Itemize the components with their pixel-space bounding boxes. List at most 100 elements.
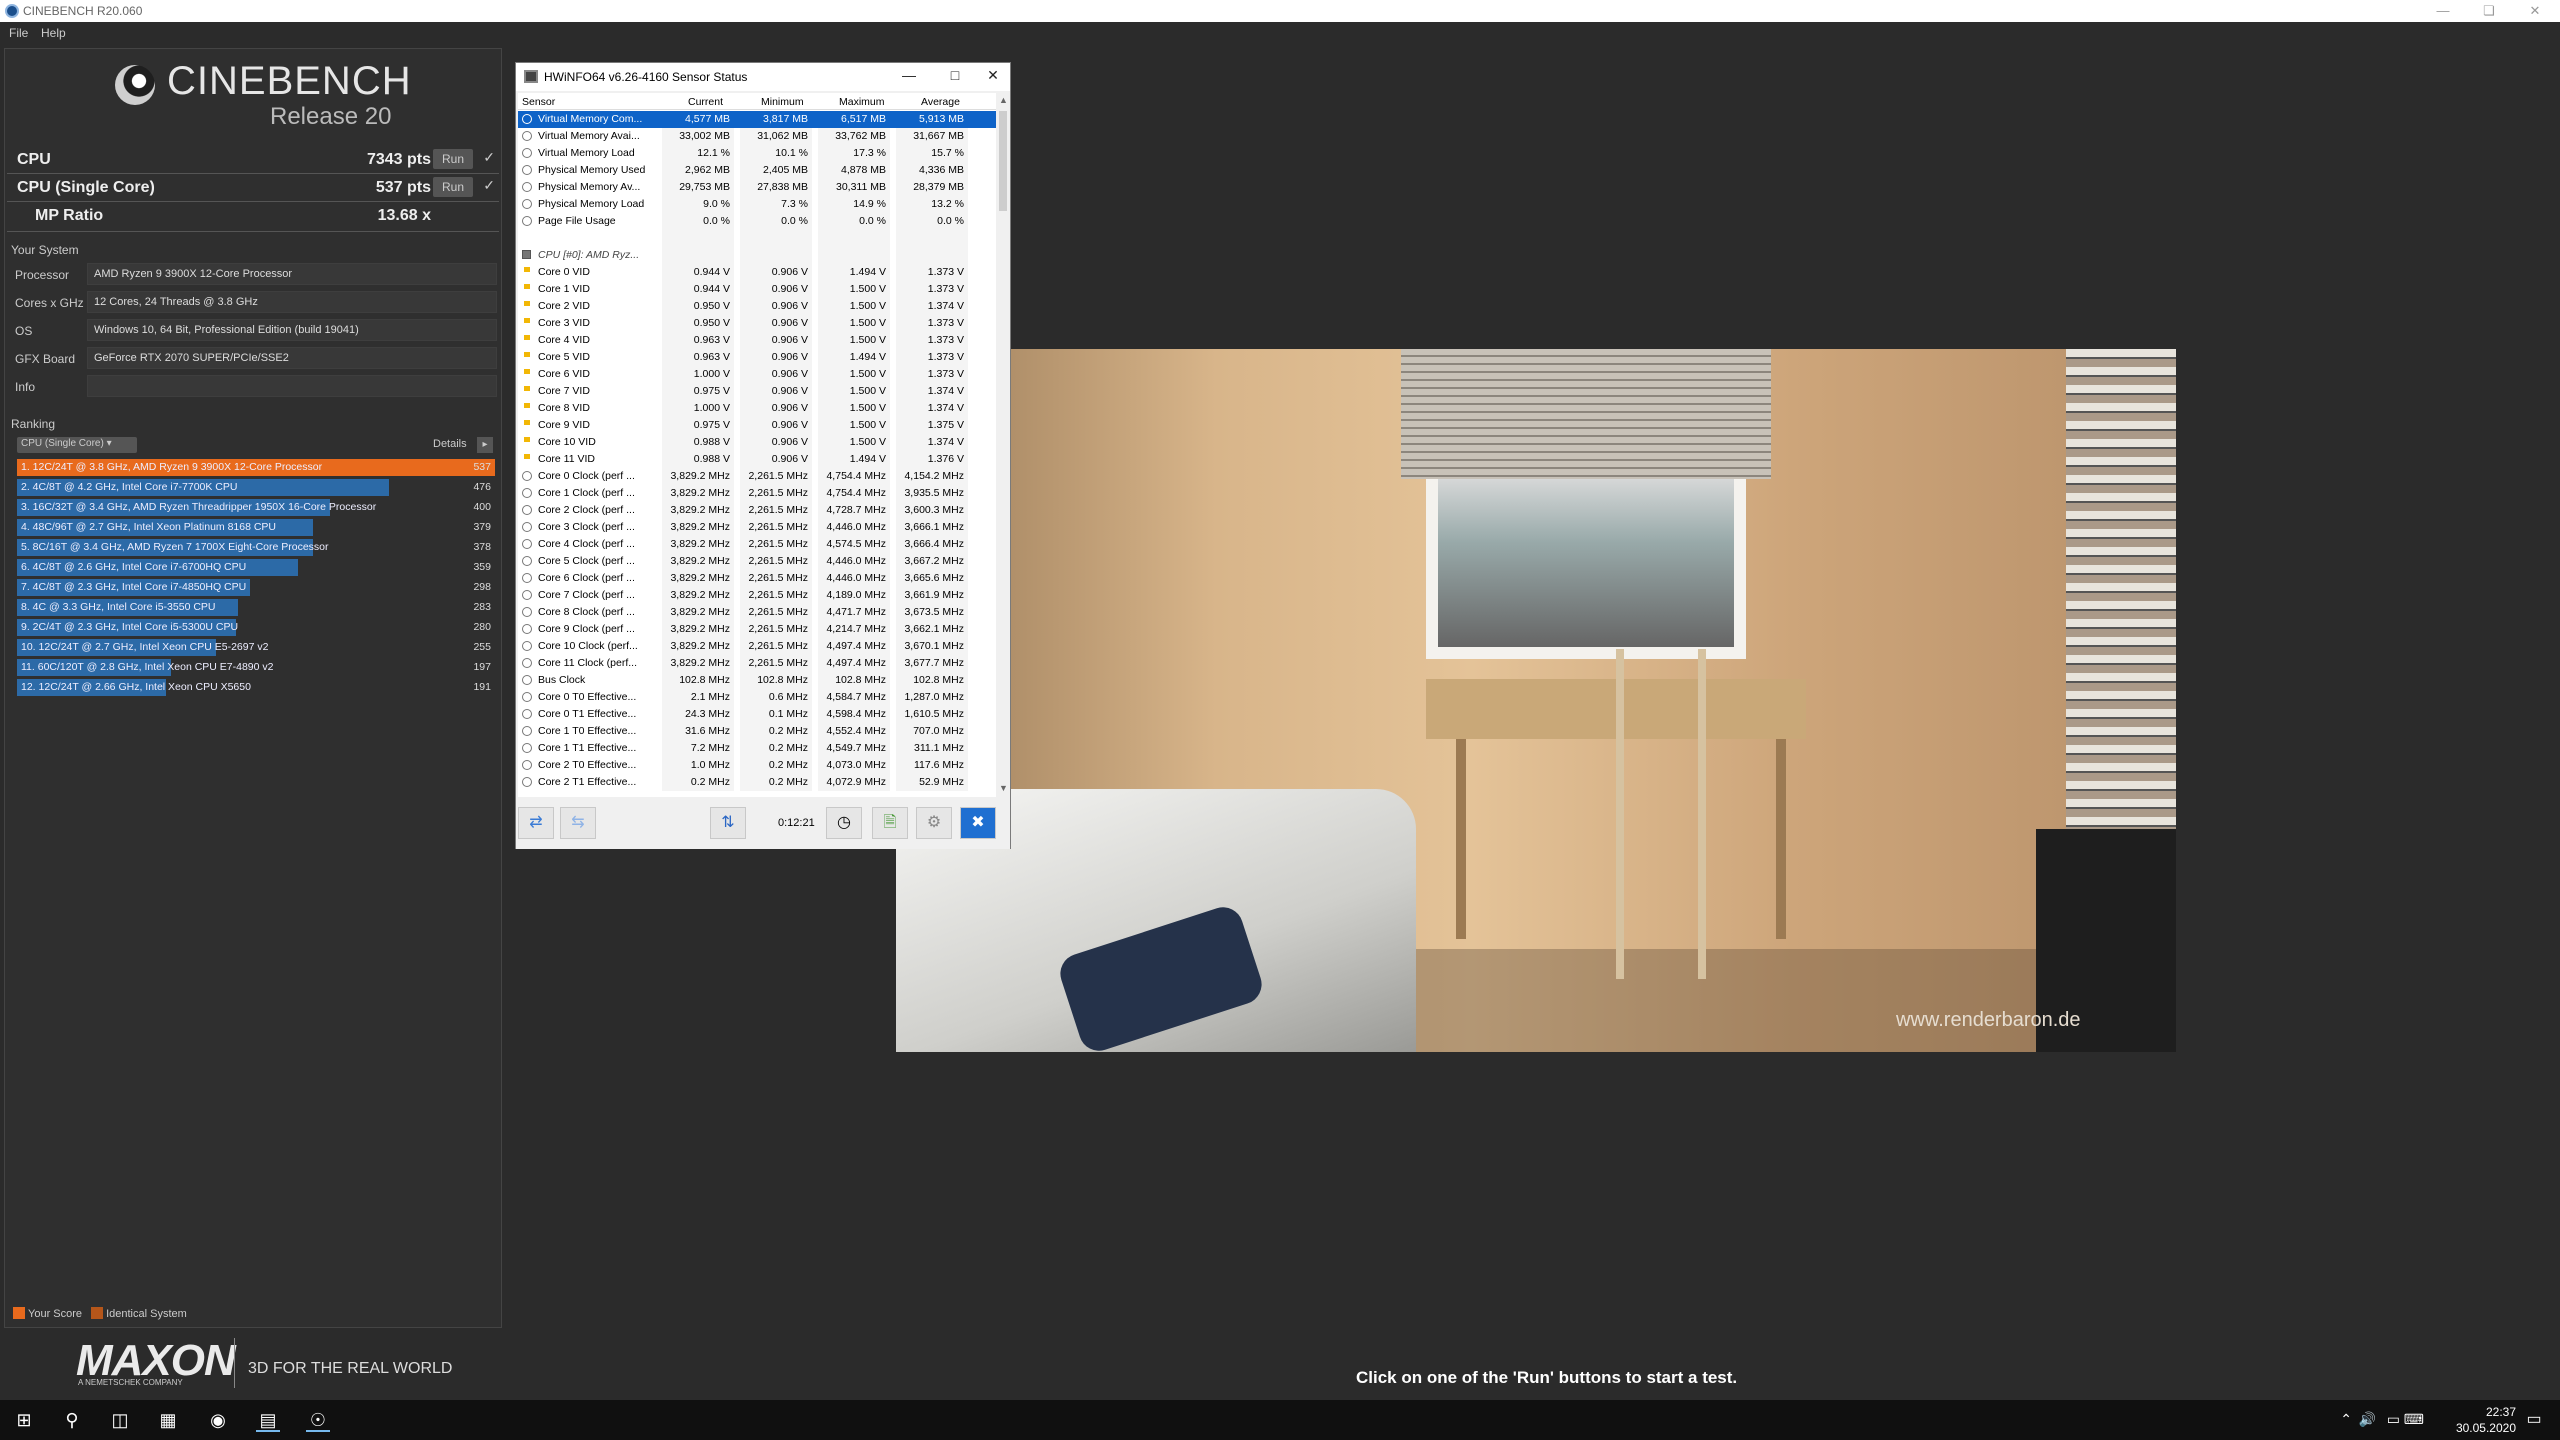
sensor-value-mi: 7.3 % bbox=[781, 198, 808, 210]
clock-time[interactable]: 22:37 bbox=[2436, 1405, 2516, 1419]
sensor-row[interactable]: Core 1 T0 Effective... 31.6 MHz 0.2 MHz 4,5… bbox=[518, 723, 996, 740]
ranking-row[interactable]: 10. 12C/24T @ 2.7 GHz, Intel Xeon CPU E5… bbox=[17, 639, 495, 656]
ranking-row[interactable]: 3. 16C/32T @ 3.4 GHz, AMD Ryzen Threadri… bbox=[17, 499, 495, 516]
sensor-row[interactable]: Core 5 VID 0.963 V 0.906 V 1.494 V 1.373 V bbox=[518, 349, 996, 366]
sensor-row[interactable]: Core 2 T1 Effective... 0.2 MHz 0.2 MHz 4,07… bbox=[518, 774, 996, 791]
network-tray-icon[interactable]: ▭ bbox=[2387, 1411, 2400, 1428]
column-minimum[interactable]: Minimum bbox=[761, 96, 804, 108]
sensor-row[interactable]: Core 11 VID 0.988 V 0.906 V 1.494 V 1.376 V bbox=[518, 451, 996, 468]
sensor-row[interactable]: Core 9 Clock (perf ... 3,829.2 MHz 2,261.5… bbox=[518, 621, 996, 638]
sensor-row[interactable]: Physical Memory Load 9.0 % 7.3 % 14.9 % 13.2… bbox=[518, 196, 996, 213]
task-view-icon[interactable]: ◫ bbox=[108, 1408, 132, 1432]
column-current[interactable]: Current bbox=[688, 96, 723, 108]
settings-icon[interactable]: ⚙ bbox=[916, 807, 952, 839]
ranking-row[interactable]: 9. 2C/4T @ 2.3 GHz, Intel Core i5-5300U … bbox=[17, 619, 495, 636]
clock-date[interactable]: 30.05.2020 bbox=[2436, 1421, 2516, 1435]
keyboard-icon[interactable]: ⌨ bbox=[2404, 1411, 2424, 1428]
scroll-thumb[interactable] bbox=[999, 111, 1007, 211]
cinebench-taskbar-icon[interactable]: ☉ bbox=[306, 1408, 330, 1432]
menu-file[interactable]: File bbox=[9, 26, 28, 40]
volume-icon[interactable]: 🔊 bbox=[2359, 1411, 2376, 1428]
sensor-row[interactable]: Core 2 VID 0.950 V 0.906 V 1.500 V 1.374 V bbox=[518, 298, 996, 315]
sensor-row[interactable]: Bus Clock 102.8 MHz 102.8 MHz 102.8 MHz 102.… bbox=[518, 672, 996, 689]
hwinfo-maximize-button[interactable]: □ bbox=[940, 67, 970, 83]
sensor-scrollbar[interactable]: ▲ ▼ bbox=[996, 93, 1010, 797]
sensor-row[interactable] bbox=[518, 230, 996, 247]
scroll-up-icon[interactable]: ▲ bbox=[999, 95, 1008, 105]
sensor-row[interactable]: Virtual Memory Avai... 33,002 MB 31,062 MB… bbox=[518, 128, 996, 145]
sensor-row[interactable]: Core 11 Clock (perf... 3,829.2 MHz 2,261.5… bbox=[518, 655, 996, 672]
info-input[interactable] bbox=[87, 375, 497, 397]
network-icon[interactable]: ⇅ bbox=[710, 807, 746, 839]
sensor-value-mi: 0.906 V bbox=[771, 385, 808, 397]
hwinfo-minimize-button[interactable]: — bbox=[894, 67, 924, 83]
sensor-row[interactable]: Core 8 Clock (perf ... 3,829.2 MHz 2,261.5… bbox=[518, 604, 996, 621]
sensor-row[interactable]: Core 1 T1 Effective... 7.2 MHz 0.2 MHz 4,54… bbox=[518, 740, 996, 757]
cpu-check-icon[interactable]: ✓ bbox=[483, 149, 495, 166]
sensor-row[interactable]: Core 10 Clock (perf... 3,829.2 MHz 2,261.5… bbox=[518, 638, 996, 655]
scroll-down-icon[interactable]: ▼ bbox=[999, 783, 1008, 793]
ranking-row[interactable]: 1. 12C/24T @ 3.8 GHz, AMD Ryzen 9 3900X … bbox=[17, 459, 495, 476]
calculator-icon[interactable]: ▦ bbox=[156, 1408, 180, 1432]
log-file-icon[interactable]: 🗎 bbox=[872, 807, 908, 839]
ranking-row[interactable]: 11. 60C/120T @ 2.8 GHz, Intel Xeon CPU E… bbox=[17, 659, 495, 676]
expand-arrows-icon[interactable]: ⇄ bbox=[518, 807, 554, 839]
sensor-row[interactable]: Core 6 Clock (perf ... 3,829.2 MHz 2,261.5… bbox=[518, 570, 996, 587]
sensor-row[interactable]: Core 0 T1 Effective... 24.3 MHz 0.1 MHz 4,5… bbox=[518, 706, 996, 723]
clock-icon[interactable]: ◷ bbox=[826, 807, 862, 839]
sensor-row[interactable]: Core 2 T0 Effective... 1.0 MHz 0.2 MHz 4,07… bbox=[518, 757, 996, 774]
sensor-row[interactable]: Physical Memory Av... 29,753 MB 27,838 MB 3… bbox=[518, 179, 996, 196]
sensor-row[interactable]: Core 2 Clock (perf ... 3,829.2 MHz 2,261.5… bbox=[518, 502, 996, 519]
sensor-row[interactable]: Virtual Memory Com... 4,577 MB 3,817 MB 6,5… bbox=[518, 111, 996, 128]
chevron-up-icon[interactable]: ⌃ bbox=[2340, 1411, 2352, 1428]
sensor-row[interactable]: Page File Usage 0.0 % 0.0 % 0.0 % 0.0 % bbox=[518, 213, 996, 230]
sensor-row[interactable]: Core 10 VID 0.988 V 0.906 V 1.500 V 1.374 V bbox=[518, 434, 996, 451]
column-sensor[interactable]: Sensor bbox=[522, 96, 555, 108]
ranking-row[interactable]: 6. 4C/8T @ 2.6 GHz, Intel Core i7-6700HQ… bbox=[17, 559, 495, 576]
sensor-row[interactable]: Core 6 VID 1.000 V 0.906 V 1.500 V 1.373 V bbox=[518, 366, 996, 383]
sensor-row[interactable]: Core 4 Clock (perf ... 3,829.2 MHz 2,261.5… bbox=[518, 536, 996, 553]
sensor-row[interactable]: Core 5 Clock (perf ... 3,829.2 MHz 2,261.5… bbox=[518, 553, 996, 570]
search-icon[interactable]: ⚲ bbox=[60, 1408, 84, 1432]
sensor-row[interactable]: Core 0 Clock (perf ... 3,829.2 MHz 2,261.5… bbox=[518, 468, 996, 485]
sensor-gauge-icon bbox=[522, 590, 532, 600]
sensor-row[interactable]: Core 4 VID 0.963 V 0.906 V 1.500 V 1.373 V bbox=[518, 332, 996, 349]
start-icon[interactable]: ⊞ bbox=[12, 1408, 36, 1432]
sensor-row[interactable]: Core 0 VID 0.944 V 0.906 V 1.494 V 1.373 V bbox=[518, 264, 996, 281]
ranking-row[interactable]: 7. 4C/8T @ 2.3 GHz, Intel Core i7-4850HQ… bbox=[17, 579, 495, 596]
hwinfo-taskbar-icon[interactable]: ▤ bbox=[256, 1408, 280, 1432]
restore-button[interactable]: ❏ bbox=[2466, 2, 2512, 20]
menu-help[interactable]: Help bbox=[41, 26, 66, 40]
ranking-select[interactable]: CPU (Single Core) ▾ bbox=[17, 437, 137, 453]
sensor-row[interactable]: Physical Memory Used 2,962 MB 2,405 MB 4,87… bbox=[518, 162, 996, 179]
ranking-row[interactable]: 5. 8C/16T @ 3.4 GHz, AMD Ryzen 7 1700X E… bbox=[17, 539, 495, 556]
hwinfo-close-button[interactable]: ✕ bbox=[978, 67, 1008, 84]
notifications-icon[interactable]: ▭ bbox=[2522, 1408, 2546, 1432]
run-single-core-button[interactable]: Run bbox=[433, 177, 473, 197]
ranking-row[interactable]: 2. 4C/8T @ 4.2 GHz, Intel Core i7-7700K … bbox=[17, 479, 495, 496]
sensor-row[interactable]: Core 1 Clock (perf ... 3,829.2 MHz 2,261.5… bbox=[518, 485, 996, 502]
sensor-row[interactable]: Virtual Memory Load 12.1 % 10.1 % 17.3 % 15.… bbox=[518, 145, 996, 162]
sensor-row[interactable]: Core 0 T0 Effective... 2.1 MHz 0.6 MHz 4,58… bbox=[518, 689, 996, 706]
ranking-row[interactable]: 8. 4C @ 3.3 GHz, Intel Core i5-3550 CPU 2… bbox=[17, 599, 495, 616]
sensor-row[interactable]: Core 1 VID 0.944 V 0.906 V 1.500 V 1.373 V bbox=[518, 281, 996, 298]
minimize-button[interactable]: — bbox=[2420, 2, 2466, 20]
sensor-row[interactable]: Core 7 VID 0.975 V 0.906 V 1.500 V 1.374 V bbox=[518, 383, 996, 400]
details-button[interactable]: ▸ bbox=[477, 437, 493, 453]
sensor-row[interactable]: Core 3 VID 0.950 V 0.906 V 1.500 V 1.373 V bbox=[518, 315, 996, 332]
column-maximum[interactable]: Maximum bbox=[839, 96, 885, 108]
ranking-row[interactable]: 12. 12C/24T @ 2.66 GHz, Intel Xeon CPU X… bbox=[17, 679, 495, 696]
run-cpu-button[interactable]: Run bbox=[433, 149, 473, 169]
ranking-row[interactable]: 4. 48C/96T @ 2.7 GHz, Intel Xeon Platinu… bbox=[17, 519, 495, 536]
column-average[interactable]: Average bbox=[921, 96, 960, 108]
sensor-group-row[interactable]: CPU [#0]: AMD Ryz... bbox=[518, 247, 996, 264]
sensor-row[interactable]: Core 3 Clock (perf ... 3,829.2 MHz 2,261.5… bbox=[518, 519, 996, 536]
sensor-row[interactable]: Core 8 VID 1.000 V 0.906 V 1.500 V 1.374 V bbox=[518, 400, 996, 417]
sensor-row[interactable]: Core 9 VID 0.975 V 0.906 V 1.500 V 1.375 V bbox=[518, 417, 996, 434]
sensor-row[interactable]: Core 7 Clock (perf ... 3,829.2 MHz 2,261.5… bbox=[518, 587, 996, 604]
close-sensors-icon[interactable]: ✖ bbox=[960, 807, 996, 839]
collapse-arrows-icon[interactable]: ⇆ bbox=[560, 807, 596, 839]
close-button[interactable]: ✕ bbox=[2512, 2, 2558, 20]
browser-icon[interactable]: ◉ bbox=[206, 1408, 230, 1432]
single-core-check-icon[interactable]: ✓ bbox=[483, 177, 495, 194]
